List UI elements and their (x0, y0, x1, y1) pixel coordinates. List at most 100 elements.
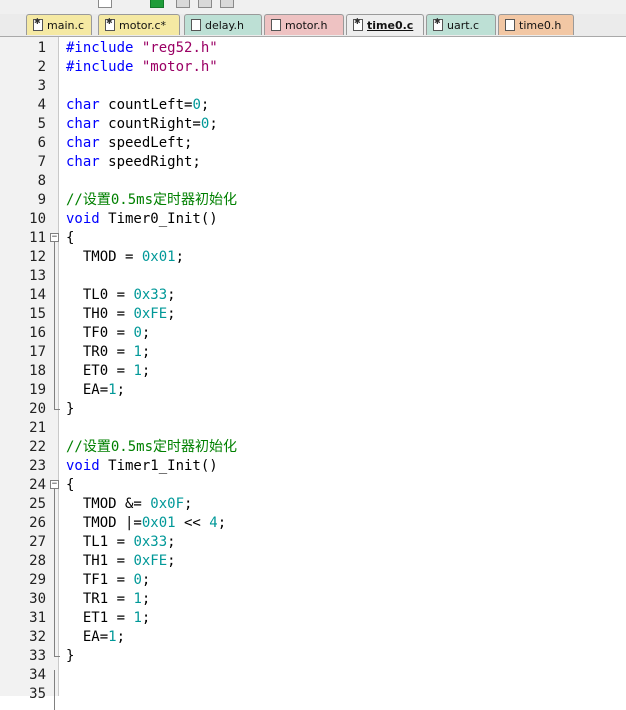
code-editor[interactable]: 1 #include "reg52.h" 2 #include "motor.h" 3 4… (0, 37, 626, 710)
line-number: 16 (29, 325, 46, 341)
code-text: } (66, 401, 75, 417)
tab-label: main.c (47, 18, 85, 32)
line-number: 29 (29, 572, 46, 588)
line-number: 10 (29, 211, 46, 227)
code-text: char countRight=0; (66, 116, 218, 132)
line-number: 18 (29, 363, 46, 379)
code-line[interactable]: 28 TH1 = 0xFE; (0, 552, 626, 571)
code-line[interactable]: 1 #include "reg52.h" (0, 39, 626, 58)
code-text: char speedRight; (66, 154, 201, 170)
line-number: 23 (29, 458, 46, 474)
code-line[interactable]: 26 TMOD |=0x01 << 4; (0, 514, 626, 533)
code-line[interactable]: 10 void Timer0_Init() (0, 210, 626, 229)
code-line[interactable]: 8 (0, 172, 626, 191)
tab-delay-h[interactable]: delay.h (184, 14, 262, 35)
code-text: #include "motor.h" (66, 59, 218, 75)
code-line[interactable]: 22 //设置0.5ms定时器初始化 (0, 438, 626, 457)
code-text: TR0 = 1; (66, 344, 151, 360)
code-text: TL0 = 0x33; (66, 287, 176, 303)
code-text: //设置0.5ms定时器初始化 (66, 439, 238, 455)
tab-main-c[interactable]: main.c (26, 14, 92, 35)
line-number: 3 (37, 78, 46, 94)
code-text: TH1 = 0xFE; (66, 553, 176, 569)
code-line[interactable]: 2 #include "motor.h" (0, 58, 626, 77)
line-number: 32 (29, 629, 46, 645)
code-line[interactable]: 30 TR1 = 1; (0, 590, 626, 609)
code-line[interactable]: 24−{ (0, 476, 626, 495)
c-file-icon (105, 17, 115, 31)
code-line[interactable]: 5 char countRight=0; (0, 115, 626, 134)
h-file-icon (505, 19, 515, 31)
line-number: 20 (29, 401, 46, 417)
code-line[interactable]: 32 EA=1; (0, 628, 626, 647)
code-text: void Timer1_Init() (66, 458, 218, 474)
line-number: 22 (29, 439, 46, 455)
code-line[interactable]: 18 ET0 = 1; (0, 362, 626, 381)
code-line[interactable]: 16 TF0 = 0; (0, 324, 626, 343)
toolbar (0, 0, 626, 14)
c-file-icon (433, 17, 443, 31)
code-line[interactable]: 7 char speedRight; (0, 153, 626, 172)
line-number: 35 (29, 686, 46, 702)
line-number: 21 (29, 420, 46, 436)
line-number: 4 (37, 97, 46, 113)
fold-toggle-icon[interactable]: − (50, 233, 59, 242)
code-text: TF1 = 0; (66, 572, 151, 588)
code-line[interactable]: 21 (0, 419, 626, 438)
fold-guide (54, 489, 55, 656)
toolbar-button-icon[interactable] (118, 0, 130, 7)
tab-label: motor.c* (119, 18, 167, 32)
code-line[interactable]: 33} (0, 647, 626, 666)
code-line[interactable]: 31 ET1 = 1; (0, 609, 626, 628)
code-text: TMOD = 0x01; (66, 249, 185, 265)
code-line[interactable]: 19 EA=1; (0, 381, 626, 400)
line-number: 12 (29, 249, 46, 265)
code-line[interactable]: 3 (0, 77, 626, 96)
code-line[interactable]: 15 TH0 = 0xFE; (0, 305, 626, 324)
code-text: { (66, 477, 75, 493)
toolbar-button-icon[interactable] (176, 0, 190, 8)
code-line[interactable]: 9 //设置0.5ms定时器初始化 (0, 191, 626, 210)
code-line[interactable]: 34 (0, 666, 626, 685)
fold-toggle-icon[interactable]: − (50, 480, 59, 489)
code-line[interactable]: 13 (0, 267, 626, 286)
code-line[interactable]: 35 (0, 685, 626, 704)
tab-time0-h[interactable]: time0.h (498, 14, 574, 35)
code-line[interactable]: 11−{ (0, 229, 626, 248)
line-number: 30 (29, 591, 46, 607)
tab-label: time0.c (367, 18, 414, 32)
code-text: TH0 = 0xFE; (66, 306, 176, 322)
code-line[interactable]: 14 TL0 = 0x33; (0, 286, 626, 305)
tab-uart-c[interactable]: uart.c (426, 14, 496, 35)
code-line[interactable]: 23 void Timer1_Init() (0, 457, 626, 476)
line-number: 34 (29, 667, 46, 683)
code-line[interactable]: 12 TMOD = 0x01; (0, 248, 626, 267)
line-number: 1 (37, 40, 46, 56)
code-line[interactable]: 20} (0, 400, 626, 419)
tab-time0-c[interactable]: time0.c (346, 14, 424, 35)
toolbar-button-icon[interactable] (150, 0, 164, 8)
code-text: void Timer0_Init() (66, 211, 218, 227)
code-text: ET0 = 1; (66, 363, 151, 379)
code-text: //设置0.5ms定时器初始化 (66, 192, 238, 208)
code-text: EA=1; (66, 382, 126, 398)
line-number: 31 (29, 610, 46, 626)
toolbar-button-icon[interactable] (98, 0, 112, 8)
code-line[interactable]: 4 char countLeft=0; (0, 96, 626, 115)
code-line[interactable]: 6 char speedLeft; (0, 134, 626, 153)
line-number: 6 (37, 135, 46, 151)
code-line[interactable]: 27 TL1 = 0x33; (0, 533, 626, 552)
line-number: 8 (37, 173, 46, 189)
line-number: 27 (29, 534, 46, 550)
code-line[interactable]: 25 TMOD &= 0x0F; (0, 495, 626, 514)
tab-label: delay.h (205, 18, 244, 32)
tab-motor-c[interactable]: motor.c* (98, 14, 180, 35)
line-number: 5 (37, 116, 46, 132)
code-line[interactable]: 17 TR0 = 1; (0, 343, 626, 362)
toolbar-button-icon[interactable] (198, 0, 212, 8)
tab-label: uart.c (447, 18, 480, 32)
toolbar-button-icon[interactable] (220, 0, 234, 8)
tab-label: time0.h (519, 18, 562, 32)
code-line[interactable]: 29 TF1 = 0; (0, 571, 626, 590)
tab-motor-h[interactable]: motor.h (264, 14, 344, 35)
